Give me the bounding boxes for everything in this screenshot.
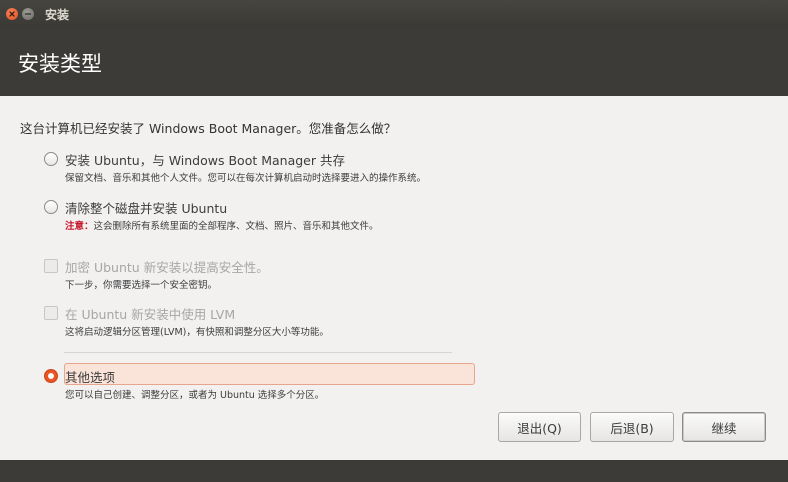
- option-description: 保留文档、音乐和其他个人文件。您可以在每次计算机启动时选择要进入的操作系统。: [65, 173, 427, 184]
- continue-button[interactable]: 继续: [682, 412, 766, 442]
- warning-prefix: 注意：: [65, 221, 94, 232]
- option-description: 下一步，你需要选择一个安全密钥。: [65, 280, 218, 291]
- checkbox-encrypt: [44, 259, 58, 273]
- checkbox-lvm: [44, 306, 58, 320]
- quit-button[interactable]: 退出(Q): [498, 412, 581, 442]
- radio-erase-disk[interactable]: [44, 200, 58, 214]
- option-label[interactable]: 清除整个磁盘并安装 Ubuntu: [65, 198, 227, 217]
- back-button[interactable]: 后退(B): [590, 412, 674, 442]
- option-description: 注意：这会删除所有系统里面的全部程序、文档、照片、音乐和其他文件。: [65, 218, 379, 232]
- separator: [64, 352, 452, 353]
- footer-bar: [0, 460, 788, 482]
- option-description: 您可以自己创建、调整分区，或者为 Ubuntu 选择多个分区。: [65, 390, 325, 401]
- install-question: 这台计算机已经安装了 Windows Boot Manager。您准备怎么做？: [20, 121, 397, 136]
- option-label: 在 Ubuntu 新安装中使用 LVM: [65, 307, 236, 322]
- close-icon[interactable]: [6, 8, 18, 20]
- page-title: 安装类型: [18, 52, 102, 76]
- radio-install-alongside[interactable]: [44, 152, 58, 166]
- page-header: 安装类型: [0, 28, 788, 96]
- minimize-icon[interactable]: [22, 8, 34, 20]
- option-label: 加密 Ubuntu 新安装以提高安全性。: [65, 260, 269, 275]
- option-description: 这将启动逻辑分区管理(LVM)，有快照和调整分区大小等功能。: [65, 327, 329, 338]
- option-label[interactable]: 其他选项: [65, 367, 115, 386]
- selected-option-highlight: [64, 363, 475, 385]
- window-title: 安装: [45, 8, 70, 22]
- radio-something-else[interactable]: [44, 369, 58, 383]
- window-titlebar: 安装: [0, 0, 788, 28]
- install-type-panel: 这台计算机已经安装了 Windows Boot Manager。您准备怎么做？ …: [0, 96, 788, 460]
- option-label[interactable]: 安装 Ubuntu，与 Windows Boot Manager 共存: [65, 150, 345, 169]
- warning-text: 这会删除所有系统里面的全部程序、文档、照片、音乐和其他文件。: [93, 221, 379, 232]
